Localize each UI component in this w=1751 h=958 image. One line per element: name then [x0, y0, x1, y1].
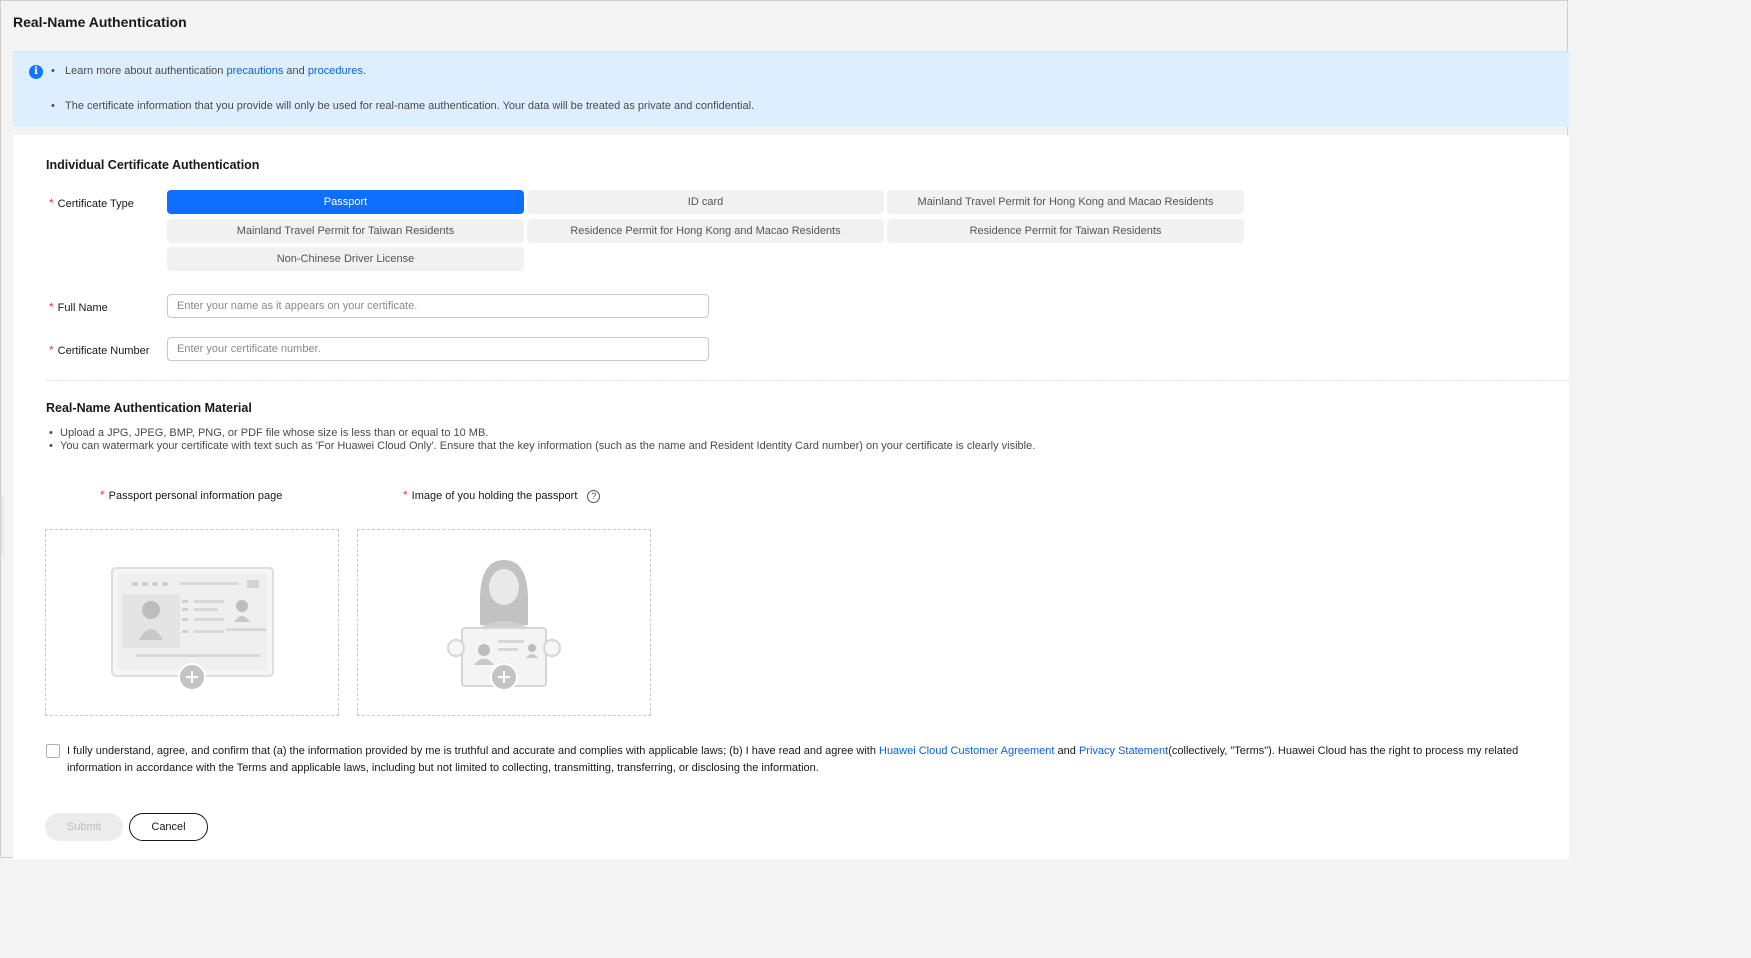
procedures-link[interactable]: procedures. — [308, 65, 366, 77]
cert-type-taiwan-residence-permit[interactable]: Residence Permit for Taiwan Residents — [887, 219, 1244, 243]
notice-text: Learn more about authentication — [65, 65, 224, 77]
full-name-label: * Full Name — [49, 300, 108, 314]
material-note-text: Upload a JPG, JPEG, BMP, PNG, or PDF fil… — [60, 427, 489, 439]
material-notes: • Upload a JPG, JPEG, BMP, PNG, or PDF fi… — [49, 427, 1035, 453]
holding-passport-upload[interactable] — [357, 529, 651, 716]
info-notice: i • Learn more about authentication preca… — [13, 51, 1569, 127]
help-icon[interactable]: ? — [587, 489, 601, 503]
customer-agreement-link[interactable]: Huawei Cloud Customer Agreement — [879, 745, 1054, 757]
certificate-number-label-text: Certificate Number — [57, 345, 150, 357]
required-mark: * — [100, 488, 105, 502]
passport-page-upload-label-text: Passport personal information page — [108, 490, 283, 502]
material-note: • You can watermark your certificate with… — [49, 440, 1036, 452]
agreement-text: I fully understand, agree, and confirm t… — [67, 743, 1562, 777]
passport-card-illustration — [111, 567, 274, 691]
side-collapse-handle[interactable] — [1, 496, 4, 556]
bullet: • — [51, 100, 55, 112]
material-note-text: You can watermark your certificate with … — [60, 440, 1036, 452]
individual-section-title: Individual Certificate Authentication — [46, 158, 260, 172]
required-mark: * — [49, 196, 54, 210]
cert-type-passport[interactable]: Passport — [167, 190, 524, 214]
required-mark: * — [403, 488, 408, 502]
cert-type-non-chinese-driver-license[interactable]: Non-Chinese Driver License — [167, 247, 524, 271]
notice-and-text: and — [286, 65, 305, 77]
holding-passport-illustration — [447, 560, 561, 691]
required-mark: * — [49, 343, 54, 357]
full-name-input[interactable] — [167, 294, 709, 318]
submit-button[interactable]: Submit — [45, 813, 123, 841]
certificate-number-input[interactable] — [167, 337, 709, 361]
precautions-link[interactable]: precautions — [226, 65, 283, 77]
required-mark: * — [49, 300, 54, 314]
notice-line-privacy: • The certificate information that you pr… — [51, 100, 754, 112]
cert-type-hk-macao-residence-permit[interactable]: Residence Permit for Hong Kong and Macao… — [527, 219, 884, 243]
holding-passport-upload-label: * Image of you holding the passport? — [403, 488, 601, 503]
bullet: • — [51, 65, 55, 77]
passport-page-upload-label: * Passport personal information page — [100, 488, 282, 502]
form-card: Individual Certificate Authentication * C… — [13, 135, 1569, 859]
section-divider — [46, 380, 1569, 381]
page-title: Real-Name Authentication — [13, 14, 187, 30]
material-note: • Upload a JPG, JPEG, BMP, PNG, or PDF fi… — [49, 427, 489, 439]
page-frame: Real-Name Authentication i • Learn more a… — [0, 0, 1569, 859]
full-name-label-text: Full Name — [57, 302, 108, 314]
material-section-title: Real-Name Authentication Material — [46, 401, 252, 415]
info-icon: i — [29, 65, 43, 79]
notice-line-learn-more: • Learn more about authentication precaut… — [51, 65, 366, 77]
agreement-and-text: and — [1057, 745, 1076, 757]
passport-page-upload[interactable] — [45, 529, 339, 716]
cert-type-id-card[interactable]: ID card — [527, 190, 884, 214]
holding-passport-upload-label-text: Image of you holding the passport — [411, 490, 578, 502]
certificate-type-label-text: Certificate Type — [57, 198, 134, 210]
agreement-checkbox[interactable] — [46, 744, 60, 758]
certificate-type-label: * Certificate Type — [49, 196, 134, 210]
certificate-number-label: * Certificate Number — [49, 343, 149, 357]
privacy-statement-link[interactable]: Privacy Statement — [1079, 745, 1168, 757]
cancel-button[interactable]: Cancel — [129, 813, 208, 841]
notice-privacy-text: The certificate information that you pro… — [65, 100, 755, 112]
cert-type-taiwan-travel-permit[interactable]: Mainland Travel Permit for Taiwan Reside… — [167, 219, 524, 243]
cert-type-hk-macao-travel-permit[interactable]: Mainland Travel Permit for Hong Kong and… — [887, 190, 1244, 214]
agreement-text-part1: I fully understand, agree, and confirm t… — [67, 745, 876, 757]
